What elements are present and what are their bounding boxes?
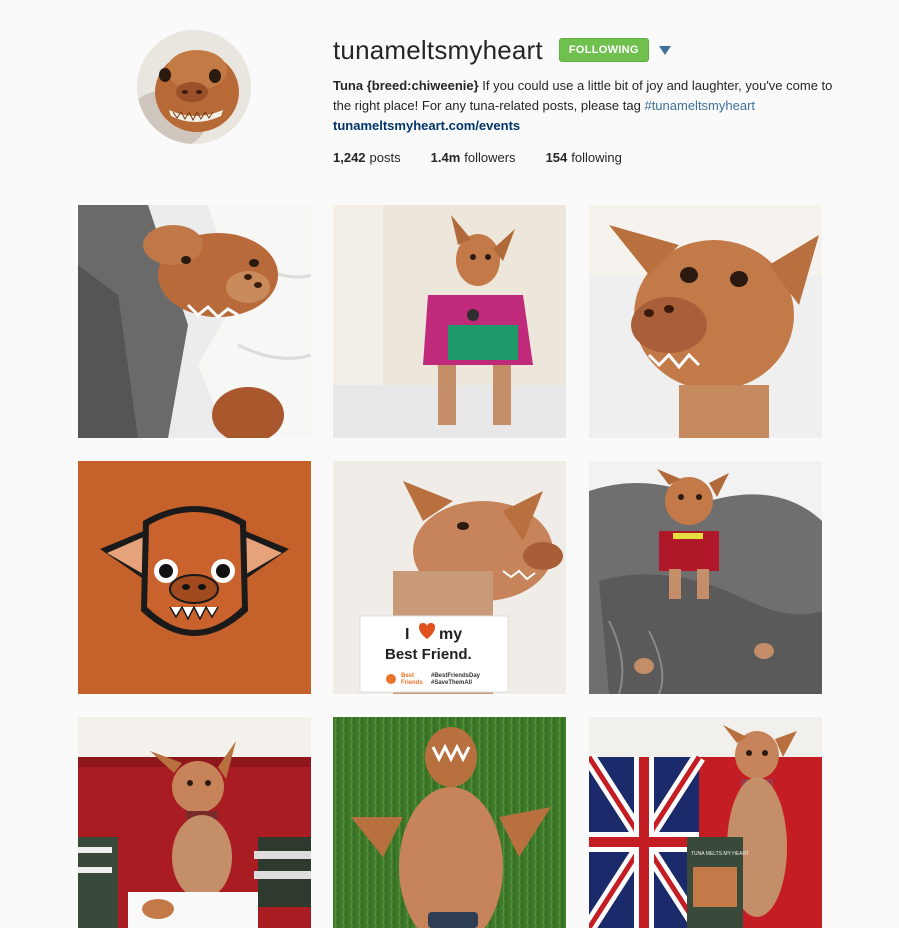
post-tile[interactable] [78,461,311,694]
following-stat[interactable]: 154 following [546,150,622,165]
bio-name: Tuna {breed:chiweenie} [333,78,479,93]
post-tile[interactable] [333,205,566,438]
bio-hashtag[interactable]: #tunameltsmyheart [644,98,755,113]
profile-stats: 1,242 posts 1.4m followers 154 following [333,150,843,165]
card-line1: I [405,626,409,643]
name-row: tunameltsmyheart FOLLOWING [333,34,843,66]
followers-stat[interactable]: 1.4m followers [431,150,516,165]
svg-text:#BestFriendsDay: #BestFriendsDay [431,673,481,679]
post-tile[interactable] [333,717,566,928]
post-tile[interactable] [78,717,311,928]
website-link[interactable]: tunameltsmyheart.com/events [333,116,843,136]
svg-text:Friends: Friends [401,680,423,686]
profile-bio: Tuna {breed:chiweenie} If you could use … [333,76,843,116]
posts-stat: 1,242 posts [333,150,401,165]
post-tile[interactable]: I my Best Friend. Best Friends #BestFrie… [333,461,566,694]
best-friends-logo-icon [386,674,396,684]
profile-page: tunameltsmyheart FOLLOWING Tuna {breed:c… [0,0,899,928]
post-tile[interactable] [78,205,311,438]
card-line1b: my [439,626,462,643]
profile-avatar[interactable] [137,30,251,144]
svg-text:Best: Best [401,673,414,679]
svg-text:#SaveThemAll: #SaveThemAll [431,680,472,686]
profile-info: tunameltsmyheart FOLLOWING Tuna {breed:c… [333,34,843,166]
post-tile[interactable] [589,461,822,694]
dropdown-caret-icon[interactable] [658,45,671,55]
card-line2: Best Friend. [385,646,472,663]
post-tile[interactable] [589,205,822,438]
following-button[interactable]: FOLLOWING [558,38,649,62]
post-tile[interactable]: TUNA MELTS MY HEART [589,717,822,928]
username: tunameltsmyheart [333,34,543,65]
book-title: TUNA MELTS MY HEART [691,851,749,857]
